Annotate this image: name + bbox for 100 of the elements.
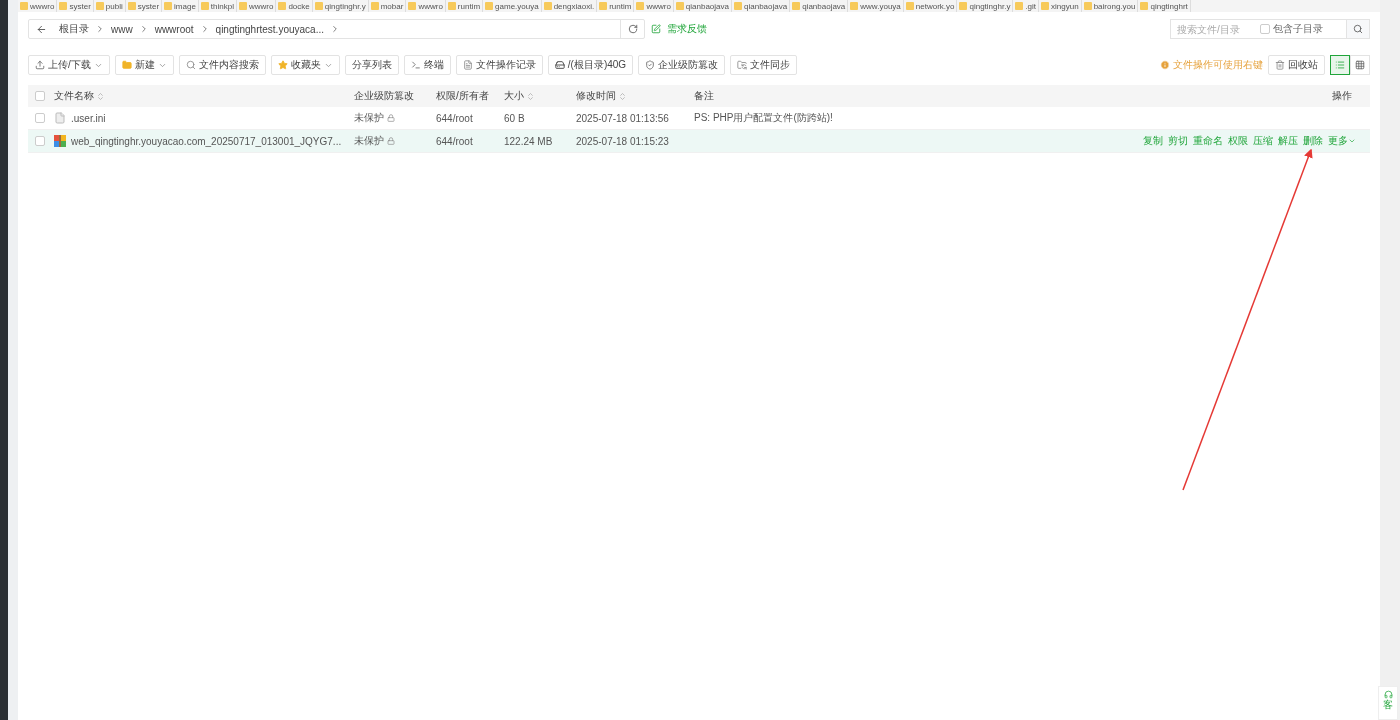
protection-status[interactable]: 未保护 <box>354 134 384 148</box>
table-cell-text: 60 B <box>504 112 526 124</box>
table-cell-text: 644/root <box>436 135 474 147</box>
folder-icon <box>238 2 247 10</box>
folder-tab[interactable]: wwwro <box>406 0 446 12</box>
breadcrumb-item[interactable]: www <box>105 23 139 35</box>
sync-icon <box>737 60 748 70</box>
path-bar[interactable]: 根目录 www wwwroot qingtinghrtest.youyaca... <box>28 19 645 39</box>
toolbar-button[interactable]: 终端 <box>403 55 451 75</box>
toolbar-button[interactable]: 文件内容搜索 <box>178 55 266 75</box>
checkbox[interactable] <box>35 113 45 123</box>
folder-tab[interactable]: xingyun <box>1039 0 1082 12</box>
checkbox[interactable] <box>1260 24 1270 34</box>
folder-icon <box>905 2 914 10</box>
toolbar-button[interactable]: 文件操作记录 <box>455 55 543 75</box>
toolbar-button[interactable]: 文件同步 <box>730 55 798 75</box>
folder-icon <box>599 2 608 10</box>
folder-icon <box>543 2 552 10</box>
upload-icon <box>35 60 45 70</box>
search-field[interactable]: 搜索文件/目录 <box>1170 19 1260 39</box>
headset-icon <box>1383 690 1393 699</box>
column-header[interactable]: 文件名称 <box>54 89 354 103</box>
folder-icon <box>59 2 68 10</box>
folder-tab[interactable]: image <box>162 0 199 12</box>
grid-view-button[interactable] <box>1350 55 1370 75</box>
trash-icon <box>1275 60 1285 70</box>
search-button[interactable] <box>1346 19 1370 39</box>
folder-icon <box>278 2 287 10</box>
folder-icon <box>850 2 859 10</box>
table-cell-text: 2025-07-18 01:13:56 <box>576 112 670 124</box>
checkbox[interactable] <box>35 136 45 146</box>
sort-icon <box>526 91 535 101</box>
folder-icon <box>164 2 173 10</box>
folder-tab[interactable]: wwwro <box>634 0 674 12</box>
folder-tab[interactable]: syster <box>57 0 94 12</box>
folder-tab[interactable]: wwwro <box>18 0 58 12</box>
toolbar-button[interactable]: 分享列表 <box>344 55 399 75</box>
list-view-button[interactable] <box>1330 55 1350 75</box>
folder-tab[interactable]: qingtinghr.y <box>957 0 1014 12</box>
toolbar-button[interactable]: 新建 <box>114 55 174 75</box>
folder-tab[interactable]: www.youya <box>848 0 904 12</box>
column-header[interactable]: 修改时间 <box>576 89 694 103</box>
folder-tab[interactable]: qianbaojava <box>673 0 732 12</box>
folder-tab[interactable]: dengxiaoxi. <box>541 0 598 12</box>
folder-icon <box>636 2 645 10</box>
folder-tab[interactable]: mobar <box>368 0 407 12</box>
folder-tab[interactable]: syster <box>125 0 163 12</box>
archive-icon <box>54 135 66 147</box>
toolbar-button[interactable]: /(根目录)40G <box>547 55 634 75</box>
folder-icon <box>314 2 323 10</box>
folder-tab[interactable]: qianbaojava <box>790 0 849 12</box>
folder-tab[interactable]: docke <box>276 0 313 12</box>
star-icon <box>277 60 288 70</box>
folder-tab[interactable]: game.youya <box>483 0 542 12</box>
folder-tab[interactable]: runtim <box>445 0 484 12</box>
file-icon <box>54 112 66 124</box>
drive-icon <box>554 60 565 70</box>
file-name[interactable]: .user.ini <box>71 112 106 124</box>
shield-icon <box>645 60 656 70</box>
folder-icon <box>734 2 742 10</box>
folder-tab[interactable]: qianbaojava <box>732 0 791 12</box>
table-cell-text: 2025-07-18 01:15:23 <box>576 135 670 147</box>
column-header: 权限/所有者 <box>436 89 490 103</box>
recycle-bin-button[interactable]: 回收站 <box>1268 55 1325 75</box>
refresh-icon <box>627 24 638 34</box>
folder-tab[interactable]: network.yo <box>903 0 958 12</box>
back-icon <box>35 23 47 35</box>
folder-tab[interactable]: qingtinghrt <box>1138 0 1191 12</box>
column-header: 企业级防篡改 <box>354 89 415 103</box>
table-cell-text: PS: PHP用户配置文件(防跨站)! <box>694 111 834 125</box>
folder-tab[interactable]: .git <box>1013 0 1040 12</box>
folder-icon <box>95 2 104 10</box>
file-name[interactable]: web_qingtinghr.youyacao.com_20250717_013001_JQYG7... <box>71 135 342 147</box>
toolbar-button[interactable]: 企业级防篡改 <box>638 55 726 75</box>
folder-tab[interactable]: publi <box>93 0 126 12</box>
toolbar-button[interactable]: 收藏夹 <box>270 55 340 75</box>
breadcrumb-item[interactable]: qingtinghrtest.youyaca... <box>209 23 330 35</box>
folder-icon <box>485 2 494 10</box>
folder-icon <box>1140 2 1149 10</box>
checkbox[interactable] <box>35 91 45 101</box>
table-cell-text: 122.24 MB <box>504 135 554 147</box>
folder-tab[interactable]: bairong.you <box>1081 0 1139 12</box>
chevron-icon <box>95 24 105 34</box>
lock-icon <box>387 114 395 122</box>
toolbar-button[interactable]: 上传/下载 <box>28 55 110 75</box>
folder-tab[interactable]: wwwro <box>236 0 277 12</box>
breadcrumb-item[interactable]: wwwroot <box>148 23 200 35</box>
column-header: 操作 <box>1331 89 1353 103</box>
table-cell-text: 644/root <box>436 112 474 124</box>
breadcrumb-item[interactable]: 根目录 <box>53 22 95 36</box>
column-header[interactable]: 大小 <box>504 89 576 103</box>
folder-tab[interactable]: qingtinghr.y <box>312 0 369 12</box>
folder-tab[interactable]: runtim <box>597 0 635 12</box>
folder-icon <box>1083 2 1092 10</box>
protection-status[interactable]: 未保护 <box>354 111 384 125</box>
folder-tab[interactable]: thinkpl <box>198 0 237 12</box>
file-row[interactable]: web_qingtinghr.youyacao.com_20250717_013001_JQYG7... 未保护 644/root 122.24 MB 2025-07-18 01:15:23 复制 剪切 重命名 权限 压缩 解压 删除 更多 <box>28 130 1370 153</box>
folder-icon <box>408 2 417 10</box>
column-header: 备注 <box>694 89 715 103</box>
list-icon <box>1335 60 1345 70</box>
